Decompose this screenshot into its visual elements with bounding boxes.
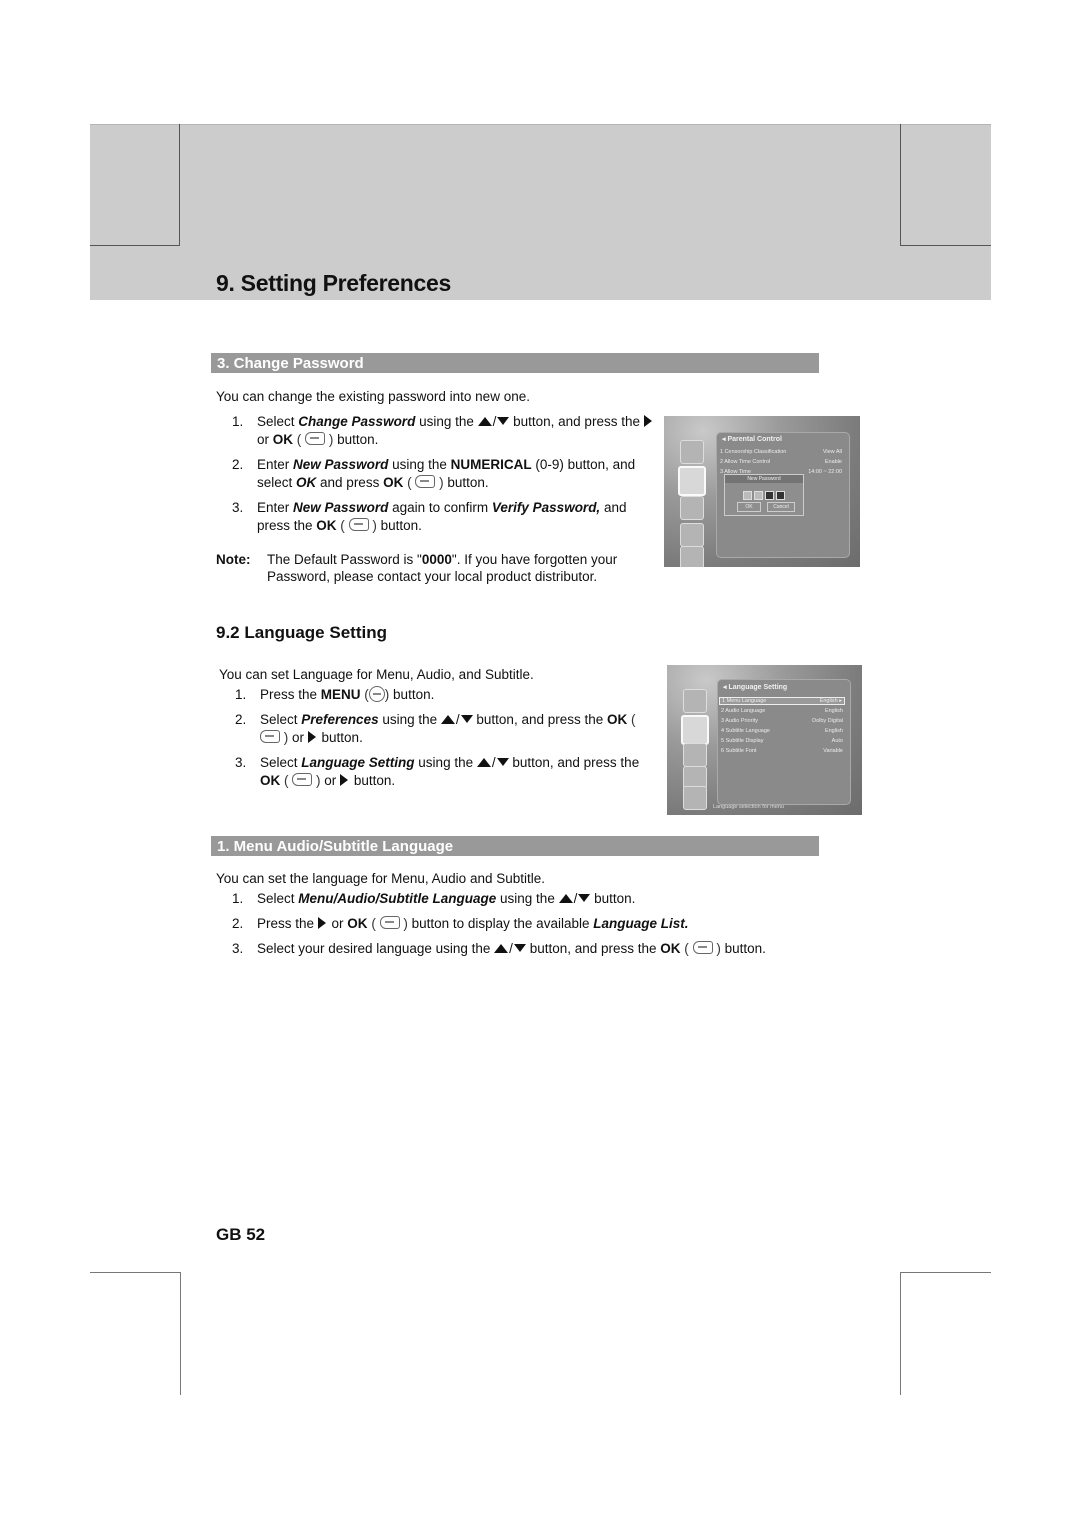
ok-button-icon <box>415 475 436 488</box>
menu-audio-subtitle-steps: 1. Select Menu/Audio/Subtitle Language u… <box>216 890 836 965</box>
crop-mark-bottom-left-v <box>180 1272 181 1395</box>
right-arrow-icon <box>307 731 316 743</box>
language-setting-intro: You can set Language for Menu, Audio, an… <box>219 667 534 682</box>
up-down-arrow-icon: / <box>477 414 510 429</box>
step-item: 3. Enter New Password again to confirm V… <box>232 500 627 533</box>
step-item: 1. Select Change Password using the / bu… <box>216 413 656 449</box>
menu-icon-preferences <box>681 715 709 745</box>
ok-button-icon <box>260 730 280 743</box>
up-down-arrow-icon: / <box>558 891 591 906</box>
up-down-arrow-icon: / <box>440 712 473 727</box>
screenshot-parental-control: ◂ Parental Control 1 Censorship Classifi… <box>664 416 860 567</box>
ok-button-icon <box>348 518 369 531</box>
header-tab-left <box>90 124 180 246</box>
ok-button-icon <box>692 941 713 954</box>
menu-icon-organizer <box>680 496 704 520</box>
screen-title: ◂ Parental Control <box>722 436 782 443</box>
step-item: 2. Select Preferences using the / button… <box>235 712 636 745</box>
screen-title: ◂ Language Setting <box>723 684 788 691</box>
language-setting-steps: 1. Press the MENU () button. 2. Select P… <box>219 686 659 797</box>
screen-row: 2 Audio Language English <box>721 708 843 714</box>
crop-mark-bottom-right-v <box>900 1272 901 1395</box>
crop-mark-bottom-left-h <box>90 1272 180 1273</box>
menu-icon-installation <box>683 689 707 713</box>
menu-audio-subtitle-intro: You can set the language for Menu, Audio… <box>216 871 545 886</box>
step-item: 3. Select your desired language using th… <box>232 941 766 956</box>
ok-button-icon <box>379 916 400 929</box>
right-arrow-icon <box>340 774 349 786</box>
dialog-ok-button: OK <box>737 502 761 512</box>
step-item: 1. Select Menu/Audio/Subtitle Language u… <box>232 891 636 906</box>
menu-icon-organizer <box>683 743 707 767</box>
step-item: 1. Press the MENU () button. <box>235 686 435 702</box>
ok-button-icon <box>292 773 313 786</box>
menu-icon-installation <box>680 440 704 464</box>
step-item: 3. Select Language Setting using the / b… <box>235 755 640 788</box>
step-item: 2. Press the or OK ( ) button to display… <box>232 916 689 931</box>
page-title: 9. Setting Preferences <box>216 270 452 296</box>
note-text: The Default Password is "0000". If you h… <box>267 552 618 584</box>
header-tab-right <box>900 124 991 246</box>
section-heading-change-password: 3. Change Password <box>211 353 819 374</box>
menu-icon-tools <box>683 786 707 810</box>
dialog-cancel-button: Cancel <box>767 502 795 512</box>
menu-button-icon <box>368 686 385 702</box>
crop-mark-bottom-right-h <box>900 1272 991 1273</box>
screen-row: 3 Audio Priority Dolby Digital <box>721 718 843 724</box>
section-heading-menu-audio-subtitle: 1. Menu Audio/Subtitle Language <box>211 836 819 857</box>
screen-row-selected: 1 Menu Language English ▸ <box>719 697 845 705</box>
screen-row: 2 Allow Time Control Enable <box>720 459 842 465</box>
right-arrow-icon <box>643 415 652 427</box>
menu-icon-system <box>680 523 704 547</box>
menu-icon-preferences <box>678 466 706 496</box>
page-number: GB 52 <box>216 1225 266 1244</box>
change-password-steps: 1. Select Change Password using the / bu… <box>216 413 656 542</box>
screen-row: 1 Censorship Classification View All <box>720 449 842 455</box>
up-down-arrow-icon: / <box>476 755 509 770</box>
right-arrow-icon <box>317 917 326 929</box>
new-password-dialog: New Password OK Cancel <box>724 474 804 516</box>
screenshot-language-setting: ◂ Language Setting 1 Menu Language Englis… <box>667 665 862 815</box>
screen-row: 6 Subtitle Font Variable <box>721 748 843 754</box>
step-item: 2. Enter New Password using the NUMERICA… <box>232 457 636 490</box>
note-block: Note: The Default Password is "0000". If… <box>216 551 636 585</box>
section-heading-language-setting: 9.2 Language Setting <box>216 623 387 642</box>
note-label: Note: <box>216 552 251 567</box>
change-password-intro: You can change the existing password int… <box>216 389 530 404</box>
menu-icon-tools <box>680 546 704 567</box>
screen-row: 4 Subtitle Language English <box>721 728 843 734</box>
ok-button-icon <box>305 432 326 445</box>
up-down-arrow-icon: / <box>494 941 526 956</box>
screen-row: 5 Subtitle Display Auto <box>721 738 843 744</box>
screen-help-text: Language selection for menu <box>713 804 784 810</box>
